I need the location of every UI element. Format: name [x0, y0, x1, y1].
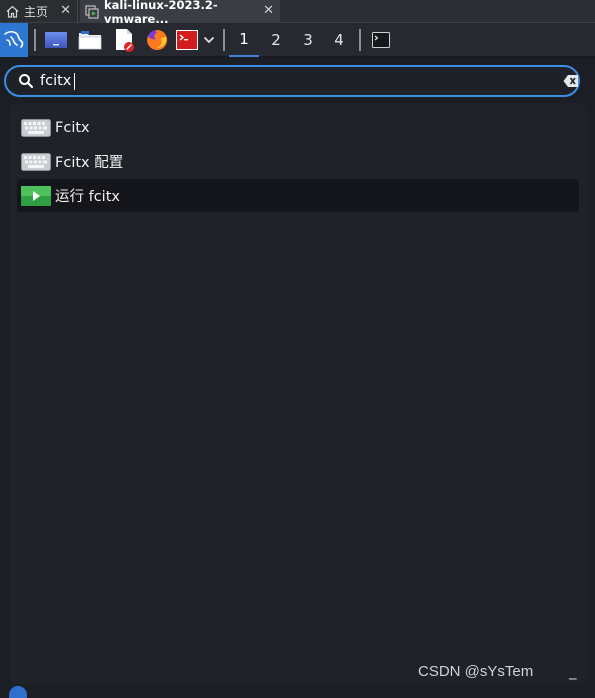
- minimize-glyph: _: [569, 662, 577, 680]
- result-label: Fcitx: [55, 119, 90, 136]
- watermark: CSDN @sYsTem: [418, 663, 534, 680]
- chevron-down-icon[interactable]: [201, 23, 217, 57]
- tab-home[interactable]: 主页 ✕: [0, 0, 78, 23]
- tab-home-label: 主页: [24, 5, 49, 19]
- search-box[interactable]: [4, 65, 580, 97]
- panel-separator: [223, 29, 225, 51]
- desktop-icon[interactable]: [42, 23, 70, 57]
- search-icon: [18, 73, 34, 93]
- kali-panel: 1 2 3 4: [0, 23, 595, 57]
- backspace-clear-icon[interactable]: [563, 73, 579, 92]
- result-item-fcitx-config[interactable]: Fcitx 配置: [17, 145, 579, 178]
- text-editor-icon[interactable]: [110, 23, 138, 57]
- tab-vm[interactable]: kali-linux-2023.2-vmware... ✕: [80, 0, 280, 26]
- panel-separator: [34, 29, 36, 51]
- result-item-fcitx[interactable]: Fcitx: [17, 111, 579, 144]
- tab-vm-close-icon[interactable]: ✕: [263, 4, 274, 18]
- home-icon: [5, 5, 19, 19]
- keyboard-icon: [20, 118, 52, 138]
- text-caret: [74, 73, 75, 90]
- workspace-4[interactable]: 4: [324, 23, 354, 57]
- search-input[interactable]: [40, 71, 540, 91]
- panel-separator: [359, 29, 361, 51]
- vm-icon: [85, 4, 99, 19]
- kali-menu-icon[interactable]: [0, 23, 28, 57]
- run-icon: [20, 185, 52, 206]
- tab-vm-label: kali-linux-2023.2-vmware...: [104, 0, 218, 26]
- firefox-icon[interactable]: [143, 23, 171, 57]
- result-label: Fcitx 配置: [55, 155, 124, 171]
- result-item-run-fcitx[interactable]: 运行 fcitx: [17, 179, 579, 212]
- tab-home-close-icon[interactable]: ✕: [60, 4, 71, 18]
- workspace-2[interactable]: 2: [261, 23, 291, 57]
- search-results: Fcitx Fcitx 配置 运行 fcitx: [9, 103, 588, 684]
- workspace-1[interactable]: 1: [229, 23, 259, 57]
- corner-indicator-icon: [9, 686, 27, 698]
- file-manager-icon[interactable]: [76, 23, 104, 57]
- keyboard-icon: [20, 152, 52, 172]
- vmware-tab-strip: 主页 ✕ kali-linux-2023.2-vmware... ✕: [0, 0, 595, 26]
- terminal-launcher-icon[interactable]: [174, 23, 200, 57]
- terminal-window-icon[interactable]: [368, 23, 394, 57]
- result-label: 运行 fcitx: [55, 189, 120, 205]
- workspace-3[interactable]: 3: [293, 23, 323, 57]
